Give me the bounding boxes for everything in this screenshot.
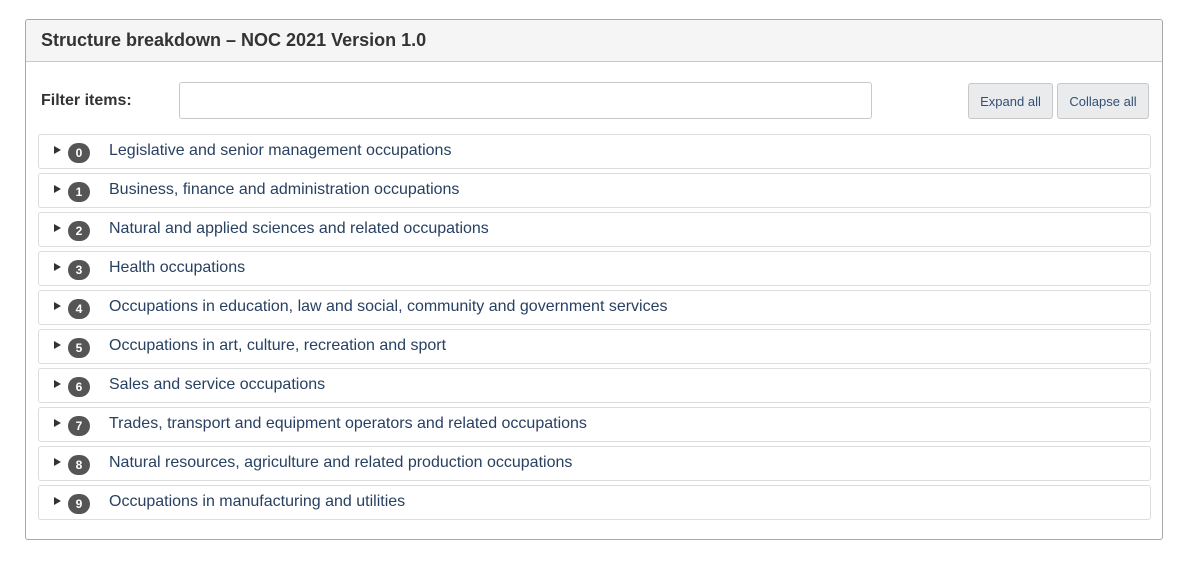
item-label[interactable]: Natural and applied sciences and related…: [109, 220, 489, 238]
collapse-all-button[interactable]: Collapse all: [1057, 83, 1149, 119]
item-label[interactable]: Business, finance and administration occ…: [109, 181, 459, 199]
caret-right-icon: [54, 263, 61, 271]
item-label[interactable]: Health occupations: [109, 259, 245, 277]
list-item[interactable]: 2 Natural and applied sciences and relat…: [38, 212, 1151, 247]
list-item[interactable]: 8 Natural resources, agriculture and rel…: [38, 446, 1151, 481]
caret-right-icon: [54, 146, 61, 154]
list-item[interactable]: 0 Legislative and senior management occu…: [38, 134, 1151, 169]
caret-right-icon: [54, 380, 61, 388]
list-item[interactable]: 3 Health occupations: [38, 251, 1151, 286]
occupation-list: 0 Legislative and senior management occu…: [38, 134, 1151, 524]
caret-right-icon: [54, 497, 61, 505]
caret-right-icon: [54, 224, 61, 232]
item-label[interactable]: Trades, transport and equipment operator…: [109, 415, 587, 433]
filter-input[interactable]: [179, 82, 872, 119]
list-item[interactable]: 4 Occupations in education, law and soci…: [38, 290, 1151, 325]
item-label[interactable]: Occupations in manufacturing and utiliti…: [109, 493, 405, 511]
item-label[interactable]: Sales and service occupations: [109, 376, 325, 394]
code-badge: 6: [68, 377, 90, 397]
caret-right-icon: [54, 302, 61, 310]
item-label[interactable]: Occupations in education, law and social…: [109, 298, 668, 316]
list-item[interactable]: 7 Trades, transport and equipment operat…: [38, 407, 1151, 442]
structure-breakdown-panel: Structure breakdown – NOC 2021 Version 1…: [25, 19, 1163, 540]
caret-right-icon: [54, 341, 61, 349]
item-label[interactable]: Legislative and senior management occupa…: [109, 142, 451, 160]
code-badge: 2: [68, 221, 90, 241]
list-item[interactable]: 1 Business, finance and administration o…: [38, 173, 1151, 208]
item-label[interactable]: Natural resources, agriculture and relat…: [109, 454, 572, 472]
caret-right-icon: [54, 185, 61, 193]
panel-title: Structure breakdown – NOC 2021 Version 1…: [26, 20, 1162, 62]
filter-label: Filter items:: [41, 92, 132, 109]
list-item[interactable]: 6 Sales and service occupations: [38, 368, 1151, 403]
code-badge: 9: [68, 494, 90, 514]
list-item[interactable]: 5 Occupations in art, culture, recreatio…: [38, 329, 1151, 364]
filter-row: Filter items: Expand all Collapse all: [26, 82, 1162, 120]
code-badge: 5: [68, 338, 90, 358]
code-badge: 7: [68, 416, 90, 436]
code-badge: 8: [68, 455, 90, 475]
list-item[interactable]: 9 Occupations in manufacturing and utili…: [38, 485, 1151, 520]
code-badge: 1: [68, 182, 90, 202]
caret-right-icon: [54, 419, 61, 427]
code-badge: 3: [68, 260, 90, 280]
expand-all-button[interactable]: Expand all: [968, 83, 1053, 119]
caret-right-icon: [54, 458, 61, 466]
code-badge: 4: [68, 299, 90, 319]
code-badge: 0: [68, 143, 90, 163]
item-label[interactable]: Occupations in art, culture, recreation …: [109, 337, 446, 355]
